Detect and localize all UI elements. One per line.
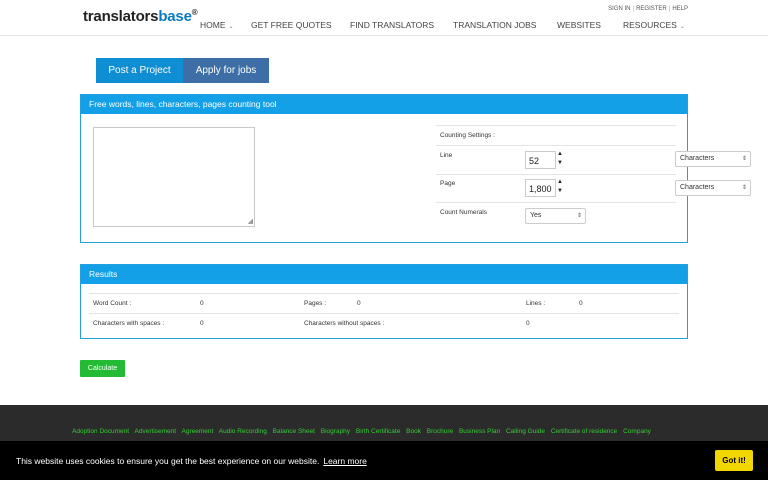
line-label: Line [440,152,453,159]
nav-label: GET FREE QUOTES [251,20,332,30]
footer-link[interactable]: Balance Sheet [273,428,315,435]
page-label: Page [440,180,456,187]
characters-with-spaces-label: Characters with spaces : [93,320,165,327]
chevron-down-icon: ⌄ [228,24,234,30]
footer-link[interactable]: Adoption Document [72,428,129,435]
count-numerals-label: Count Numerals [440,209,487,216]
footer-link[interactable]: Calling Guide [506,428,545,435]
footer-link[interactable]: Audio Recording [219,428,267,435]
site-header: translatorsbase® SIGN IN | REGISTER | HELP H… [0,0,768,36]
panel-title: Free words, lines, characters, pages cou… [81,95,687,114]
account-links: SIGN IN | REGISTER | HELP [608,6,688,12]
learn-more-link[interactable]: Learn more [323,456,366,466]
resize-handle-icon[interactable]: ◢ [248,218,253,225]
nav-item-websites[interactable]: WEBSITES [557,20,601,30]
footer-link[interactable]: Company [623,428,651,435]
line-number-input[interactable]: 52 [525,151,556,169]
select-arrows-icon: ⇕ [741,185,747,191]
help-link[interactable]: HELP [672,6,688,12]
nav-item-translation-jobs[interactable]: TRANSLATION JOBS [453,20,536,30]
cookie-text: This website uses cookies to ensure you … [16,456,320,466]
settings-title: Counting Settings : [440,132,495,139]
tab-apply-for-jobs[interactable]: Apply for jobs [183,58,269,83]
line-unit-select[interactable]: Characters ⇕ [675,151,751,167]
nav-item-get-free-quotes[interactable]: GET FREE QUOTES [251,20,332,30]
numerals-setting-row: Count Numerals Yes ⇕ [436,202,676,230]
settings-header-row: Counting Settings : [436,125,676,145]
footer-document-links: Adoption Document Advertisement Agreemen… [72,426,697,437]
link-separator: | [668,6,671,12]
select-arrows-icon: ⇕ [741,156,747,162]
page-unit-value: Characters [680,184,715,191]
select-arrows-icon: ⇕ [576,213,582,219]
line-setting-row: Line 52 ▲ ▼ Characters ⇕ [436,145,751,174]
logo-registered-mark: ® [191,8,198,17]
count-numerals-select[interactable]: Yes ⇕ [525,208,586,224]
tab-post-a-project[interactable]: Post a Project [96,58,183,83]
characters-without-spaces-value: 0 [526,320,530,327]
footer-link[interactable]: Birth Certificate [356,428,400,435]
line-stepper-icon[interactable]: ▲ ▼ [557,150,565,168]
site-logo[interactable]: translatorsbase® [83,8,198,25]
line-unit-value: Characters [680,155,715,162]
nav-label: FIND TRANSLATORS [350,20,435,30]
lines-label: Lines : [526,300,546,307]
cookie-banner: This website uses cookies to ensure you … [0,441,768,480]
characters-with-spaces-value: 0 [200,320,204,327]
results-row: Word Count : 0 Pages : 0 Lines : 0 [89,293,679,313]
logo-text: translators [83,8,159,25]
pages-label: Pages : [304,300,327,307]
count-numerals-value: Yes [530,212,542,219]
counting-tool-panel: Free words, lines, characters, pages cou… [80,94,751,243]
page-setting-row: Page 1,800 ▲ ▼ Characters ⇕ [436,174,751,202]
footer-link[interactable]: Biography [321,428,350,435]
footer-link[interactable]: Certificate of residence [551,428,617,435]
word-count-label: Word Count : [93,300,132,307]
footer-link[interactable]: Business Plan [459,428,500,435]
page-unit-select[interactable]: Characters ⇕ [675,180,751,196]
link-separator: | [632,6,635,12]
cookie-accept-button[interactable]: Got it! [715,450,753,471]
results-title: Results [81,265,687,284]
nav-label: HOME [200,20,226,30]
text-input-area[interactable]: ◢ [93,127,255,227]
pages-value: 0 [357,300,361,307]
nav-label: RESOURCES [623,20,677,30]
footer-link[interactable]: Brochure [427,428,453,435]
register-link[interactable]: REGISTER [636,6,667,12]
lines-value: 0 [579,300,583,307]
cookie-message: This website uses cookies to ensure you … [16,456,367,466]
chevron-down-icon: ⌄ [679,24,685,30]
characters-without-spaces-label: Characters without spaces : [304,320,385,327]
footer-link[interactable]: Book [406,428,421,435]
line-value: 52 [529,156,540,166]
nav-item-resources[interactable]: RESOURCES ⌄ [623,20,685,30]
logo-text-accent: base [158,8,192,25]
page-stepper-icon[interactable]: ▲ ▼ [557,178,565,196]
word-count-value: 0 [200,300,204,307]
nav-label: WEBSITES [557,20,601,30]
results-panel: Results Word Count : 0 Pages : 0 Lines :… [80,264,688,339]
page-number-input[interactable]: 1,800 [525,179,556,197]
calculate-button[interactable]: Calculate [80,360,125,377]
footer-link[interactable]: Agreement [182,428,214,435]
sign-in-link[interactable]: SIGN IN [608,6,630,12]
nav-item-home[interactable]: HOME ⌄ [200,20,234,30]
results-row: Characters with spaces : 0 Characters wi… [89,313,679,333]
footer-link[interactable]: Advertisement [135,428,177,435]
nav-item-find-translators[interactable]: FIND TRANSLATORS [350,20,434,30]
page-value: 1,800 [529,184,552,194]
nav-label: TRANSLATION JOBS [453,20,537,30]
